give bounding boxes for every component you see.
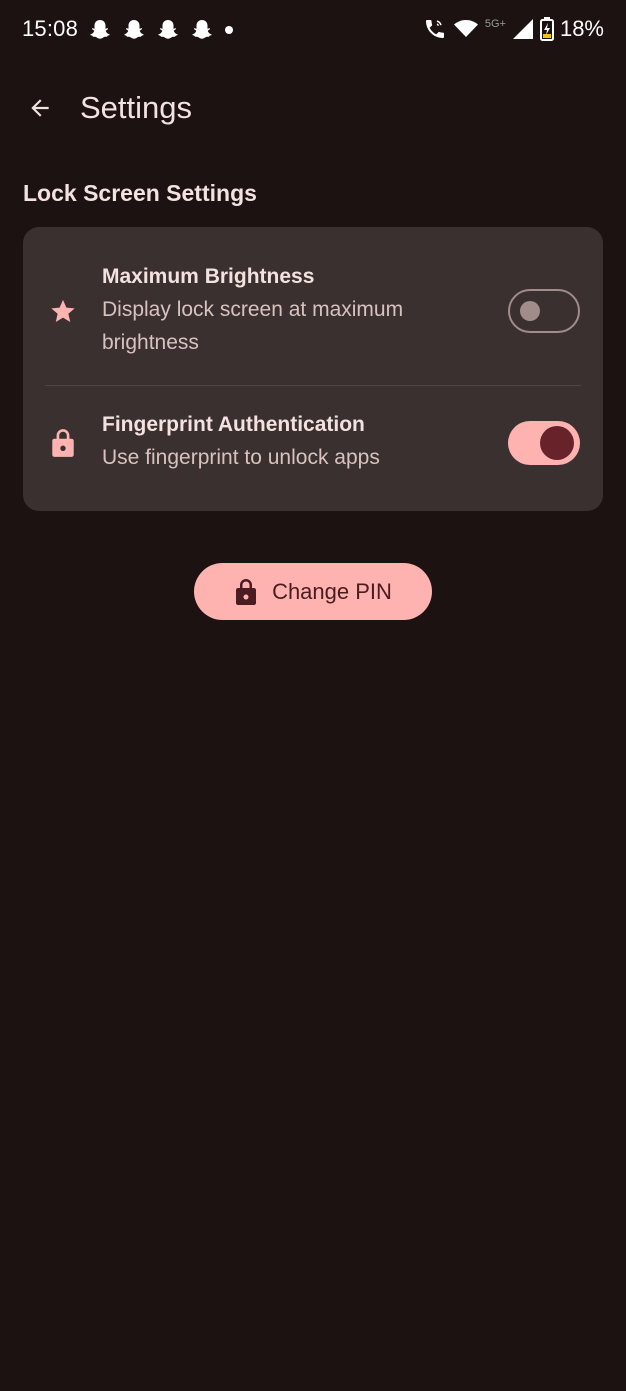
max-brightness-toggle[interactable] xyxy=(508,289,580,333)
top-app-bar: Settings xyxy=(0,72,626,144)
status-bar: 15:08 5G+ 18% xyxy=(0,0,626,64)
back-button[interactable] xyxy=(18,86,62,130)
cell-signal-icon xyxy=(512,19,533,39)
setting-title: Maximum Brightness xyxy=(102,265,315,288)
lock-icon xyxy=(47,427,79,459)
arrow-back-icon xyxy=(31,99,49,117)
setting-row-fingerprint[interactable]: Fingerprint Authentication Use fingerpri… xyxy=(23,386,603,511)
status-right: 5G+ 18% xyxy=(423,16,604,42)
notification-icons xyxy=(88,18,234,42)
section-title: Lock Screen Settings xyxy=(23,180,257,206)
setting-text: Fingerprint Authentication Use fingerpri… xyxy=(102,411,482,474)
settings-card: Maximum Brightness Display lock screen a… xyxy=(23,227,603,511)
fingerprint-toggle[interactable] xyxy=(508,421,580,465)
toggle-knob xyxy=(520,301,540,321)
setting-row-max-brightness[interactable]: Maximum Brightness Display lock screen a… xyxy=(23,227,603,385)
snapchat-icon xyxy=(90,20,110,39)
wifi-calling-icon xyxy=(425,20,444,38)
page-title: Settings xyxy=(80,90,193,125)
snapchat-icon xyxy=(158,20,178,39)
toggle-knob xyxy=(540,426,574,460)
setting-text: Maximum Brightness Display lock screen a… xyxy=(102,263,482,359)
network-label: 5G+ xyxy=(484,18,506,30)
star-icon xyxy=(47,295,79,327)
battery-charging-icon xyxy=(539,17,554,41)
snapchat-icon xyxy=(192,20,212,39)
snapchat-icon xyxy=(124,20,144,39)
status-time: 15:08 xyxy=(22,16,79,41)
battery-percent: 18% xyxy=(559,16,604,41)
setting-subtitle: Display lock screen at maximum brightnes… xyxy=(102,298,404,354)
change-pin-button[interactable]: Change PIN xyxy=(194,563,432,620)
wifi-icon xyxy=(453,20,478,37)
change-pin-label: Change PIN xyxy=(272,578,392,604)
setting-title: Fingerprint Authentication xyxy=(102,413,365,436)
lock-icon xyxy=(236,578,257,605)
dot-icon xyxy=(225,26,233,34)
setting-subtitle: Use fingerprint to unlock apps xyxy=(102,446,380,469)
